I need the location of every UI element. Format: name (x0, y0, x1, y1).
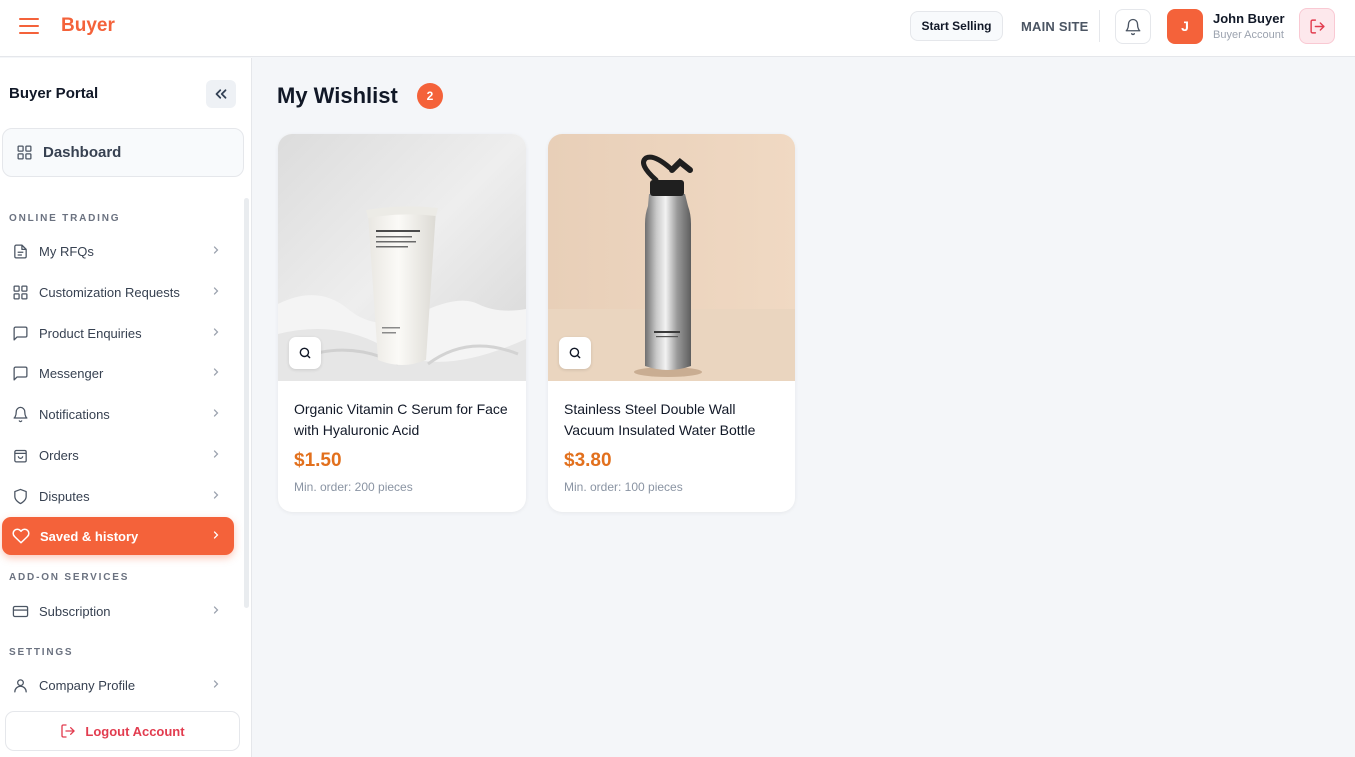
bell-icon (1125, 18, 1141, 35)
sidebar-item-label: Subscription (39, 603, 111, 619)
sidebar-item-saved-history[interactable]: Saved & history (2, 517, 234, 555)
chevron-right-icon (213, 328, 219, 336)
sidebar-item-label: Customization Requests (39, 284, 180, 300)
sidebar-item-label: Company Profile (39, 677, 136, 693)
chat-icon (13, 325, 28, 341)
sidebar-item-dashboard[interactable]: Dashboard (2, 128, 244, 177)
search-icon (569, 347, 581, 359)
chevron-right-icon (213, 491, 219, 499)
logout-icon (61, 724, 76, 738)
collapse-sidebar-button[interactable] (206, 80, 236, 108)
sidebar-item-notifications[interactable]: Notifications (2, 395, 234, 433)
bag-icon (14, 449, 27, 463)
chevron-right-icon (213, 246, 219, 254)
sidebar-item-label: Saved & history (40, 528, 139, 544)
product-card[interactable]: Stainless Steel Double Wall Vacuum Insul… (548, 134, 795, 512)
main-site-link[interactable]: MAIN SITE (1021, 19, 1089, 34)
sidebar-item-label: Dashboard (43, 144, 122, 161)
sidebar-item-my-rfqs[interactable]: My RFQs (2, 232, 234, 270)
header-divider (1099, 10, 1100, 42)
product-price: $3.80 (564, 450, 612, 471)
sidebar-item-label: Product Enquiries (39, 325, 142, 341)
product-name[interactable]: Stainless Steel Double Wall Vacuum Insul… (564, 399, 782, 441)
grid-icon (13, 284, 28, 300)
sidebar-title: Buyer Portal (9, 85, 99, 102)
chevron-right-icon (213, 409, 219, 417)
section-label-online-trading: ONLINE TRADING (9, 213, 121, 224)
user-role: Buyer Account (1213, 29, 1284, 41)
sidebar-item-label: Disputes (39, 488, 90, 504)
sidebar: Buyer Portal Dashboard ONLINE TRADING My… (0, 58, 252, 757)
sidebar-item-company-profile[interactable]: Company Profile (2, 666, 234, 704)
product-min-order: Min. order: 100 pieces (564, 480, 683, 494)
chevron-right-icon (213, 606, 219, 614)
sidebar-scrollbar[interactable] (244, 198, 249, 608)
sidebar-item-subscription[interactable]: Subscription (2, 592, 234, 630)
user-name: John Buyer (1213, 11, 1285, 26)
wishlist-count-badge: 2 (417, 83, 443, 109)
chevron-right-icon (213, 531, 219, 539)
quick-view-button[interactable] (289, 337, 321, 369)
double-chevron-left-icon (215, 89, 227, 99)
bell-icon (13, 406, 28, 422)
section-label-addon-services: ADD-ON SERVICES (9, 572, 130, 583)
user-icon (14, 678, 27, 693)
chevron-right-icon (213, 287, 219, 295)
page-title: My Wishlist (277, 83, 398, 108)
top-bar: Buyer Start Selling MAIN SITE J John Buy… (0, 0, 1355, 57)
logout-button[interactable] (1299, 8, 1335, 44)
logout-label: Logout Account (85, 723, 185, 739)
grid-icon (17, 145, 32, 160)
product-card[interactable]: Organic Vitamin C Serum for Face with Hy… (278, 134, 526, 512)
sidebar-item-disputes[interactable]: Disputes (2, 477, 234, 515)
chevron-right-icon (213, 368, 219, 376)
card-icon (12, 605, 29, 617)
sidebar-item-label: My RFQs (39, 243, 94, 259)
sidebar-item-orders[interactable]: Orders (2, 436, 234, 474)
product-min-order: Min. order: 200 pieces (294, 480, 413, 494)
chat-icon (13, 365, 28, 381)
sidebar-item-label: Messenger (39, 365, 104, 381)
quick-view-button[interactable] (559, 337, 591, 369)
heart-icon (12, 528, 30, 544)
product-name[interactable]: Organic Vitamin C Serum for Face with Hy… (294, 399, 512, 441)
chevron-right-icon (213, 450, 219, 458)
start-selling-button[interactable]: Start Selling (910, 11, 1003, 41)
brand-title: Buyer (61, 15, 115, 36)
chevron-right-icon (213, 680, 219, 688)
notifications-button[interactable] (1115, 9, 1151, 44)
product-price: $1.50 (294, 450, 342, 471)
menu-icon[interactable] (19, 18, 39, 34)
document-icon (14, 243, 27, 259)
logout-icon (1309, 18, 1325, 34)
sidebar-item-product-enquiries[interactable]: Product Enquiries (2, 314, 234, 352)
section-label-settings: SETTINGS (9, 647, 74, 658)
sidebar-item-customization-requests[interactable]: Customization Requests (2, 273, 234, 311)
search-icon (299, 347, 311, 359)
logout-account-button[interactable]: Logout Account (5, 711, 240, 751)
sidebar-item-label: Notifications (39, 406, 110, 422)
shield-icon (14, 488, 27, 504)
avatar[interactable]: J (1167, 9, 1203, 44)
sidebar-item-label: Orders (39, 447, 79, 463)
sidebar-item-messenger[interactable]: Messenger (2, 354, 234, 392)
